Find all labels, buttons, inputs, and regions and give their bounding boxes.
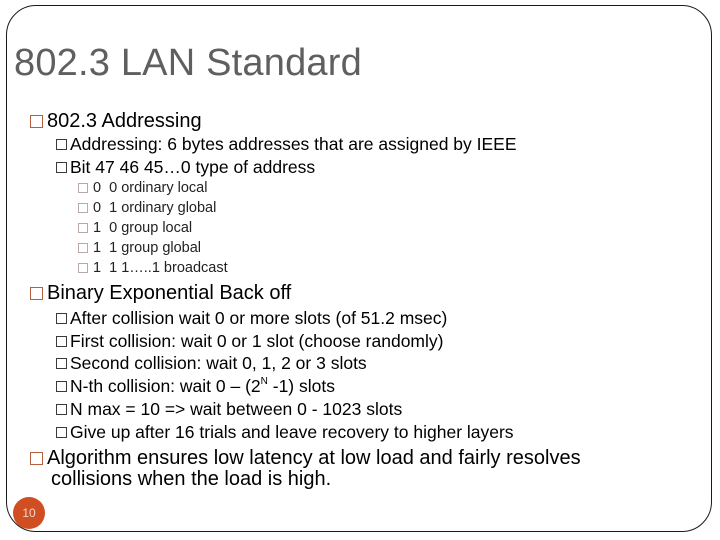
bullet-square-icon [78,183,88,193]
bullet-square-icon [78,243,88,253]
bullet-text: N-th collision: wait 0 – (2N -1) slots [70,376,335,397]
sub-bullet: N max = 10 => wait between 0 - 1023 slot… [56,399,402,420]
bullet-text: Algorithm ensures low latency at low loa… [47,447,581,469]
bullet-text: 802.3 Addressing [47,110,202,132]
nth-prefix: N-th collision: wait 0 – (2 [70,376,261,396]
bullet-square-icon [78,203,88,213]
bullet-square-icon [30,452,43,465]
sub-bullet: Give up after 16 trials and leave recove… [56,422,514,443]
bullet-algorithm-continuation: collisions when the load is high. [51,468,331,491]
address-type-item: 0 0 ordinary local [78,180,207,196]
bullet-square-icon [56,162,67,173]
bullet-square-icon [56,139,67,150]
bullet-text: 1 0 group local [93,220,193,236]
sub-bullet: N-th collision: wait 0 – (2N -1) slots [56,376,335,397]
sub-bullet: Bit 47 46 45…0 type of address [56,157,315,178]
bullet-text: 1 1 1…..1 broadcast [93,260,228,276]
bullet-addressing: 802.3 Addressing [30,110,202,133]
bullet-square-icon [56,313,67,324]
bullet-square-icon [30,115,43,128]
bullet-square-icon [78,263,88,273]
address-type-item: 0 1 ordinary global [78,200,216,216]
nth-suffix: -1) slots [267,376,335,396]
bullet-text: First collision: wait 0 or 1 slot (choos… [70,331,444,351]
bullet-text: 0 1 ordinary global [93,200,217,216]
bullet-text: Addressing: 6 bytes addresses that are a… [70,134,517,154]
bullet-text: After collision wait 0 or more slots (of… [70,308,448,328]
sub-bullet: After collision wait 0 or more slots (of… [56,308,447,329]
bullet-square-icon [56,336,67,347]
nth-superscript: N [260,376,268,388]
sub-bullet: Second collision: wait 0, 1, 2 or 3 slot… [56,353,367,374]
address-type-item: 1 1 group global [78,240,201,256]
address-type-item: 1 1 1…..1 broadcast [78,260,228,276]
sub-bullet: Addressing: 6 bytes addresses that are a… [56,134,517,155]
bullet-text: 1 1 group global [93,240,202,256]
page-number-badge: 10 [13,497,45,529]
bullet-square-icon [56,381,67,392]
bullet-text: collisions when the load is high. [51,468,332,490]
bullet-square-icon [56,427,67,438]
bullet-text: Binary Exponential Back off [47,282,292,304]
sub-bullet: First collision: wait 0 or 1 slot (choos… [56,331,443,352]
bullet-text: Second collision: wait 0, 1, 2 or 3 slot… [70,353,367,373]
address-type-item: 1 0 group local [78,220,192,236]
bullet-text: N max = 10 => wait between 0 - 1023 slot… [70,399,403,419]
bullet-square-icon [78,223,88,233]
bullet-algorithm: Algorithm ensures low latency at low loa… [30,447,581,470]
bullet-backoff: Binary Exponential Back off [30,282,291,305]
bullet-square-icon [30,287,43,300]
bullet-square-icon [56,404,67,415]
bullet-text: Bit 47 46 45…0 type of address [70,157,316,177]
slide-title: 802.3 LAN Standard [14,42,362,84]
bullet-text: 0 0 ordinary local [93,180,208,196]
bullet-square-icon [56,358,67,369]
bullet-text: Give up after 16 trials and leave recove… [70,422,514,442]
